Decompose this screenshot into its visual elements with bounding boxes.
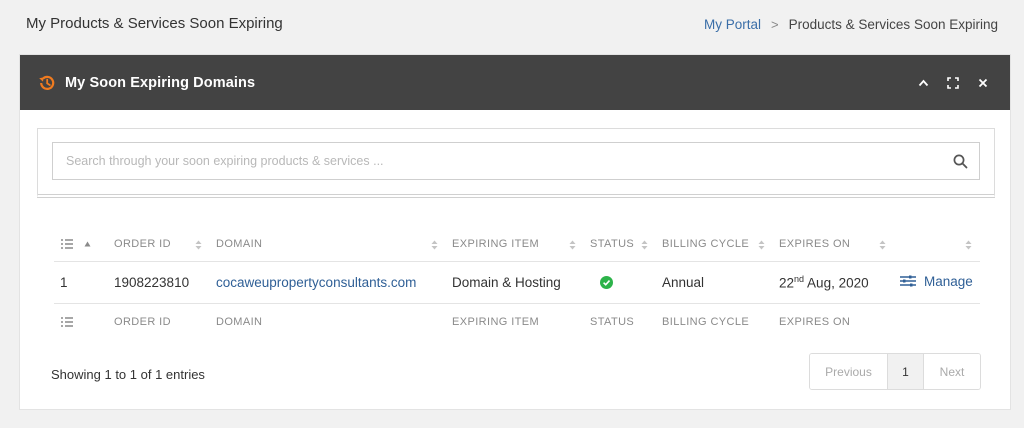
breadcrumb-separator: >	[771, 17, 779, 32]
check-circle-icon	[600, 276, 613, 290]
order-id-column-header[interactable]: ORDER ID	[108, 228, 210, 262]
expiring-domains-table: ORDER ID DOMAIN EXPIRING ITEM STATUS BIL…	[54, 228, 980, 341]
sort-icon	[879, 240, 886, 250]
sort-icon	[965, 240, 972, 250]
footer-index	[54, 303, 108, 341]
breadcrumb: My Portal > Products & Services Soon Exp…	[704, 17, 998, 32]
sort-icon	[431, 240, 438, 250]
panel-header: My Soon Expiring Domains	[20, 55, 1010, 110]
footer-action	[894, 303, 980, 341]
expires-on-cell: 22nd Aug, 2020	[773, 261, 894, 304]
footer-status: STATUS	[590, 316, 635, 329]
sort-icon	[569, 240, 576, 250]
expires-on-column-header[interactable]: EXPIRES ON	[773, 228, 894, 262]
table-header-row: ORDER ID DOMAIN EXPIRING ITEM STATUS BIL…	[54, 228, 980, 262]
status-cell	[584, 261, 656, 304]
status-column-header[interactable]: STATUS	[584, 228, 656, 262]
expiring-item-cell: Domain & Hosting	[446, 261, 584, 304]
chevron-up-icon[interactable]	[916, 76, 930, 90]
panel-tools	[916, 76, 990, 90]
previous-button[interactable]: Previous	[810, 354, 888, 389]
expiring-item-column-header[interactable]: EXPIRING ITEM	[446, 228, 584, 262]
manage-button[interactable]: Manage	[900, 274, 973, 289]
sort-icon	[195, 240, 202, 250]
entries-info: Showing 1 to 1 of 1 entries	[51, 367, 205, 382]
domain-column-header[interactable]: DOMAIN	[210, 228, 446, 262]
search-box	[52, 142, 980, 180]
footer-billing-cycle: BILLING CYCLE	[662, 316, 750, 329]
footer-expires-on: EXPIRES ON	[779, 316, 851, 329]
domain-link[interactable]: cocaweupropertyconsultants.com	[216, 275, 416, 290]
breadcrumb-current: Products & Services Soon Expiring	[788, 17, 998, 32]
sort-icon	[641, 240, 648, 250]
order-id-cell: 1908223810	[108, 261, 210, 304]
table-row: 1 1908223810 cocaweupropertyconsultants.…	[54, 261, 980, 304]
footer-domain: DOMAIN	[216, 316, 263, 329]
index-column-header[interactable]	[54, 228, 108, 262]
fullscreen-icon[interactable]	[946, 76, 960, 90]
domain-cell: cocaweupropertyconsultants.com	[210, 261, 446, 304]
search-input[interactable]	[53, 143, 979, 179]
billing-cycle-cell: Annual	[656, 261, 773, 304]
search-icon[interactable]	[953, 154, 968, 169]
row-index: 1	[54, 261, 108, 304]
sort-asc-icon	[84, 241, 91, 247]
sort-icon	[758, 240, 765, 250]
list-icon	[61, 317, 73, 327]
page-1-button[interactable]: 1	[888, 354, 924, 389]
billing-cycle-column-header[interactable]: BILLING CYCLE	[656, 228, 773, 262]
page-title: My Products & Services Soon Expiring	[26, 15, 283, 32]
table-footer-row: ORDER ID DOMAIN EXPIRING ITEM STATUS BIL…	[54, 303, 980, 341]
pagination: Previous 1 Next	[809, 353, 981, 390]
manage-sliders-icon	[900, 275, 916, 287]
footer-order-id: ORDER ID	[114, 316, 171, 329]
history-icon	[38, 74, 56, 92]
action-column-header[interactable]	[894, 228, 980, 262]
breadcrumb-link-portal[interactable]: My Portal	[704, 17, 761, 32]
next-button[interactable]: Next	[924, 354, 980, 389]
search-container	[37, 128, 995, 198]
panel-title: My Soon Expiring Domains	[65, 74, 256, 91]
close-icon[interactable]	[976, 76, 990, 90]
footer-expiring-item: EXPIRING ITEM	[452, 316, 540, 329]
list-icon	[61, 239, 73, 249]
expiring-domains-panel: My Soon Expiring Domains Search through …	[19, 54, 1011, 410]
action-cell: Manage	[894, 261, 980, 304]
